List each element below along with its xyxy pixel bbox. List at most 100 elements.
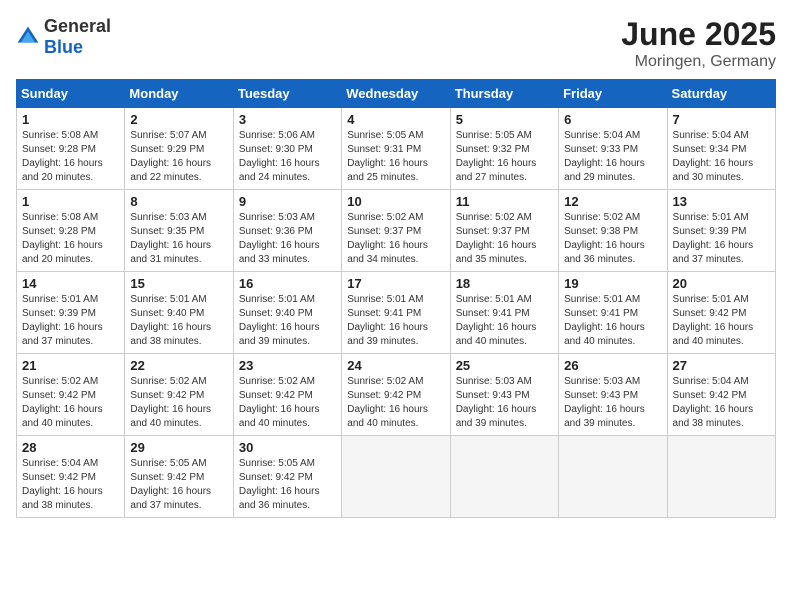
day-number: 12 <box>564 194 661 209</box>
day-header: Wednesday <box>342 80 450 108</box>
day-header: Saturday <box>667 80 775 108</box>
day-info: Sunrise: 5:01 AM Sunset: 9:39 PM Dayligh… <box>22 293 119 349</box>
day-info: Sunrise: 5:08 AM Sunset: 9:28 PM Dayligh… <box>22 211 119 267</box>
calendar-cell: 20 Sunrise: 5:01 AM Sunset: 9:42 PM Dayl… <box>667 272 775 354</box>
calendar-cell: 17 Sunrise: 5:01 AM Sunset: 9:41 PM Dayl… <box>342 272 450 354</box>
day-info: Sunrise: 5:01 AM Sunset: 9:41 PM Dayligh… <box>347 293 444 349</box>
calendar-cell: 18 Sunrise: 5:01 AM Sunset: 9:41 PM Dayl… <box>450 272 558 354</box>
day-header: Thursday <box>450 80 558 108</box>
day-info: Sunrise: 5:01 AM Sunset: 9:39 PM Dayligh… <box>673 211 770 267</box>
day-info: Sunrise: 5:03 AM Sunset: 9:43 PM Dayligh… <box>564 375 661 431</box>
day-info: Sunrise: 5:08 AM Sunset: 9:28 PM Dayligh… <box>22 129 119 185</box>
day-number: 27 <box>673 358 770 373</box>
day-number: 25 <box>456 358 553 373</box>
day-number: 14 <box>22 276 119 291</box>
day-number: 3 <box>239 112 336 127</box>
calendar-cell: 29 Sunrise: 5:05 AM Sunset: 9:42 PM Dayl… <box>125 436 233 518</box>
calendar-week-row: 21 Sunrise: 5:02 AM Sunset: 9:42 PM Dayl… <box>17 354 776 436</box>
calendar-cell: 9 Sunrise: 5:03 AM Sunset: 9:36 PM Dayli… <box>233 190 341 272</box>
calendar-cell: 7 Sunrise: 5:04 AM Sunset: 9:34 PM Dayli… <box>667 108 775 190</box>
calendar-cell: 26 Sunrise: 5:03 AM Sunset: 9:43 PM Dayl… <box>559 354 667 436</box>
calendar-cell: 4 Sunrise: 5:05 AM Sunset: 9:31 PM Dayli… <box>342 108 450 190</box>
calendar-cell: 8 Sunrise: 5:03 AM Sunset: 9:35 PM Dayli… <box>125 190 233 272</box>
day-number: 26 <box>564 358 661 373</box>
calendar-cell: 11 Sunrise: 5:02 AM Sunset: 9:37 PM Dayl… <box>450 190 558 272</box>
day-number: 9 <box>239 194 336 209</box>
day-info: Sunrise: 5:01 AM Sunset: 9:41 PM Dayligh… <box>564 293 661 349</box>
day-number: 2 <box>130 112 227 127</box>
day-number: 13 <box>673 194 770 209</box>
day-number: 28 <box>22 440 119 455</box>
calendar-cell <box>342 436 450 518</box>
day-info: Sunrise: 5:06 AM Sunset: 9:30 PM Dayligh… <box>239 129 336 185</box>
day-info: Sunrise: 5:01 AM Sunset: 9:40 PM Dayligh… <box>239 293 336 349</box>
day-number: 11 <box>456 194 553 209</box>
title-area: June 2025 Moringen, Germany <box>621 16 776 71</box>
day-number: 29 <box>130 440 227 455</box>
day-header: Sunday <box>17 80 125 108</box>
calendar-cell: 25 Sunrise: 5:03 AM Sunset: 9:43 PM Dayl… <box>450 354 558 436</box>
day-number: 1 <box>22 112 119 127</box>
day-info: Sunrise: 5:03 AM Sunset: 9:36 PM Dayligh… <box>239 211 336 267</box>
day-number: 23 <box>239 358 336 373</box>
calendar-cell: 28 Sunrise: 5:04 AM Sunset: 9:42 PM Dayl… <box>17 436 125 518</box>
day-number: 20 <box>673 276 770 291</box>
day-info: Sunrise: 5:03 AM Sunset: 9:43 PM Dayligh… <box>456 375 553 431</box>
logo-blue: Blue <box>44 37 83 57</box>
calendar-cell: 15 Sunrise: 5:01 AM Sunset: 9:40 PM Dayl… <box>125 272 233 354</box>
calendar-header-row: SundayMondayTuesdayWednesdayThursdayFrid… <box>17 80 776 108</box>
calendar-week-row: 1 Sunrise: 5:08 AM Sunset: 9:28 PM Dayli… <box>17 190 776 272</box>
calendar-table: SundayMondayTuesdayWednesdayThursdayFrid… <box>16 79 776 518</box>
day-info: Sunrise: 5:05 AM Sunset: 9:42 PM Dayligh… <box>130 457 227 513</box>
calendar-cell: 10 Sunrise: 5:02 AM Sunset: 9:37 PM Dayl… <box>342 190 450 272</box>
page-header: General Blue June 2025 Moringen, Germany <box>16 16 776 71</box>
calendar-cell: 22 Sunrise: 5:02 AM Sunset: 9:42 PM Dayl… <box>125 354 233 436</box>
day-number: 5 <box>456 112 553 127</box>
logo: General Blue <box>16 16 111 58</box>
day-number: 8 <box>130 194 227 209</box>
location-title: Moringen, Germany <box>621 53 776 71</box>
day-header: Monday <box>125 80 233 108</box>
day-info: Sunrise: 5:02 AM Sunset: 9:42 PM Dayligh… <box>22 375 119 431</box>
day-header: Friday <box>559 80 667 108</box>
day-info: Sunrise: 5:02 AM Sunset: 9:38 PM Dayligh… <box>564 211 661 267</box>
logo-icon <box>16 25 40 49</box>
calendar-cell: 6 Sunrise: 5:04 AM Sunset: 9:33 PM Dayli… <box>559 108 667 190</box>
calendar-week-row: 1 Sunrise: 5:08 AM Sunset: 9:28 PM Dayli… <box>17 108 776 190</box>
day-info: Sunrise: 5:04 AM Sunset: 9:33 PM Dayligh… <box>564 129 661 185</box>
day-info: Sunrise: 5:02 AM Sunset: 9:42 PM Dayligh… <box>239 375 336 431</box>
day-info: Sunrise: 5:05 AM Sunset: 9:42 PM Dayligh… <box>239 457 336 513</box>
calendar-cell: 19 Sunrise: 5:01 AM Sunset: 9:41 PM Dayl… <box>559 272 667 354</box>
day-number: 16 <box>239 276 336 291</box>
day-number: 22 <box>130 358 227 373</box>
day-info: Sunrise: 5:02 AM Sunset: 9:37 PM Dayligh… <box>347 211 444 267</box>
calendar-week-row: 28 Sunrise: 5:04 AM Sunset: 9:42 PM Dayl… <box>17 436 776 518</box>
day-info: Sunrise: 5:04 AM Sunset: 9:42 PM Dayligh… <box>22 457 119 513</box>
calendar-cell <box>559 436 667 518</box>
day-number: 6 <box>564 112 661 127</box>
day-info: Sunrise: 5:03 AM Sunset: 9:35 PM Dayligh… <box>130 211 227 267</box>
calendar-cell: 1 Sunrise: 5:08 AM Sunset: 9:28 PM Dayli… <box>17 108 125 190</box>
calendar-cell <box>667 436 775 518</box>
day-number: 1 <box>22 194 119 209</box>
day-number: 19 <box>564 276 661 291</box>
calendar-cell: 16 Sunrise: 5:01 AM Sunset: 9:40 PM Dayl… <box>233 272 341 354</box>
day-number: 10 <box>347 194 444 209</box>
day-number: 15 <box>130 276 227 291</box>
day-number: 18 <box>456 276 553 291</box>
calendar-cell: 24 Sunrise: 5:02 AM Sunset: 9:42 PM Dayl… <box>342 354 450 436</box>
day-number: 24 <box>347 358 444 373</box>
day-info: Sunrise: 5:01 AM Sunset: 9:42 PM Dayligh… <box>673 293 770 349</box>
day-info: Sunrise: 5:05 AM Sunset: 9:31 PM Dayligh… <box>347 129 444 185</box>
day-info: Sunrise: 5:05 AM Sunset: 9:32 PM Dayligh… <box>456 129 553 185</box>
day-info: Sunrise: 5:02 AM Sunset: 9:42 PM Dayligh… <box>347 375 444 431</box>
calendar-cell: 2 Sunrise: 5:07 AM Sunset: 9:29 PM Dayli… <box>125 108 233 190</box>
calendar-cell: 5 Sunrise: 5:05 AM Sunset: 9:32 PM Dayli… <box>450 108 558 190</box>
logo-general: General <box>44 16 111 36</box>
calendar-cell: 21 Sunrise: 5:02 AM Sunset: 9:42 PM Dayl… <box>17 354 125 436</box>
day-info: Sunrise: 5:02 AM Sunset: 9:42 PM Dayligh… <box>130 375 227 431</box>
day-header: Tuesday <box>233 80 341 108</box>
calendar-cell: 12 Sunrise: 5:02 AM Sunset: 9:38 PM Dayl… <box>559 190 667 272</box>
day-info: Sunrise: 5:01 AM Sunset: 9:41 PM Dayligh… <box>456 293 553 349</box>
day-number: 4 <box>347 112 444 127</box>
